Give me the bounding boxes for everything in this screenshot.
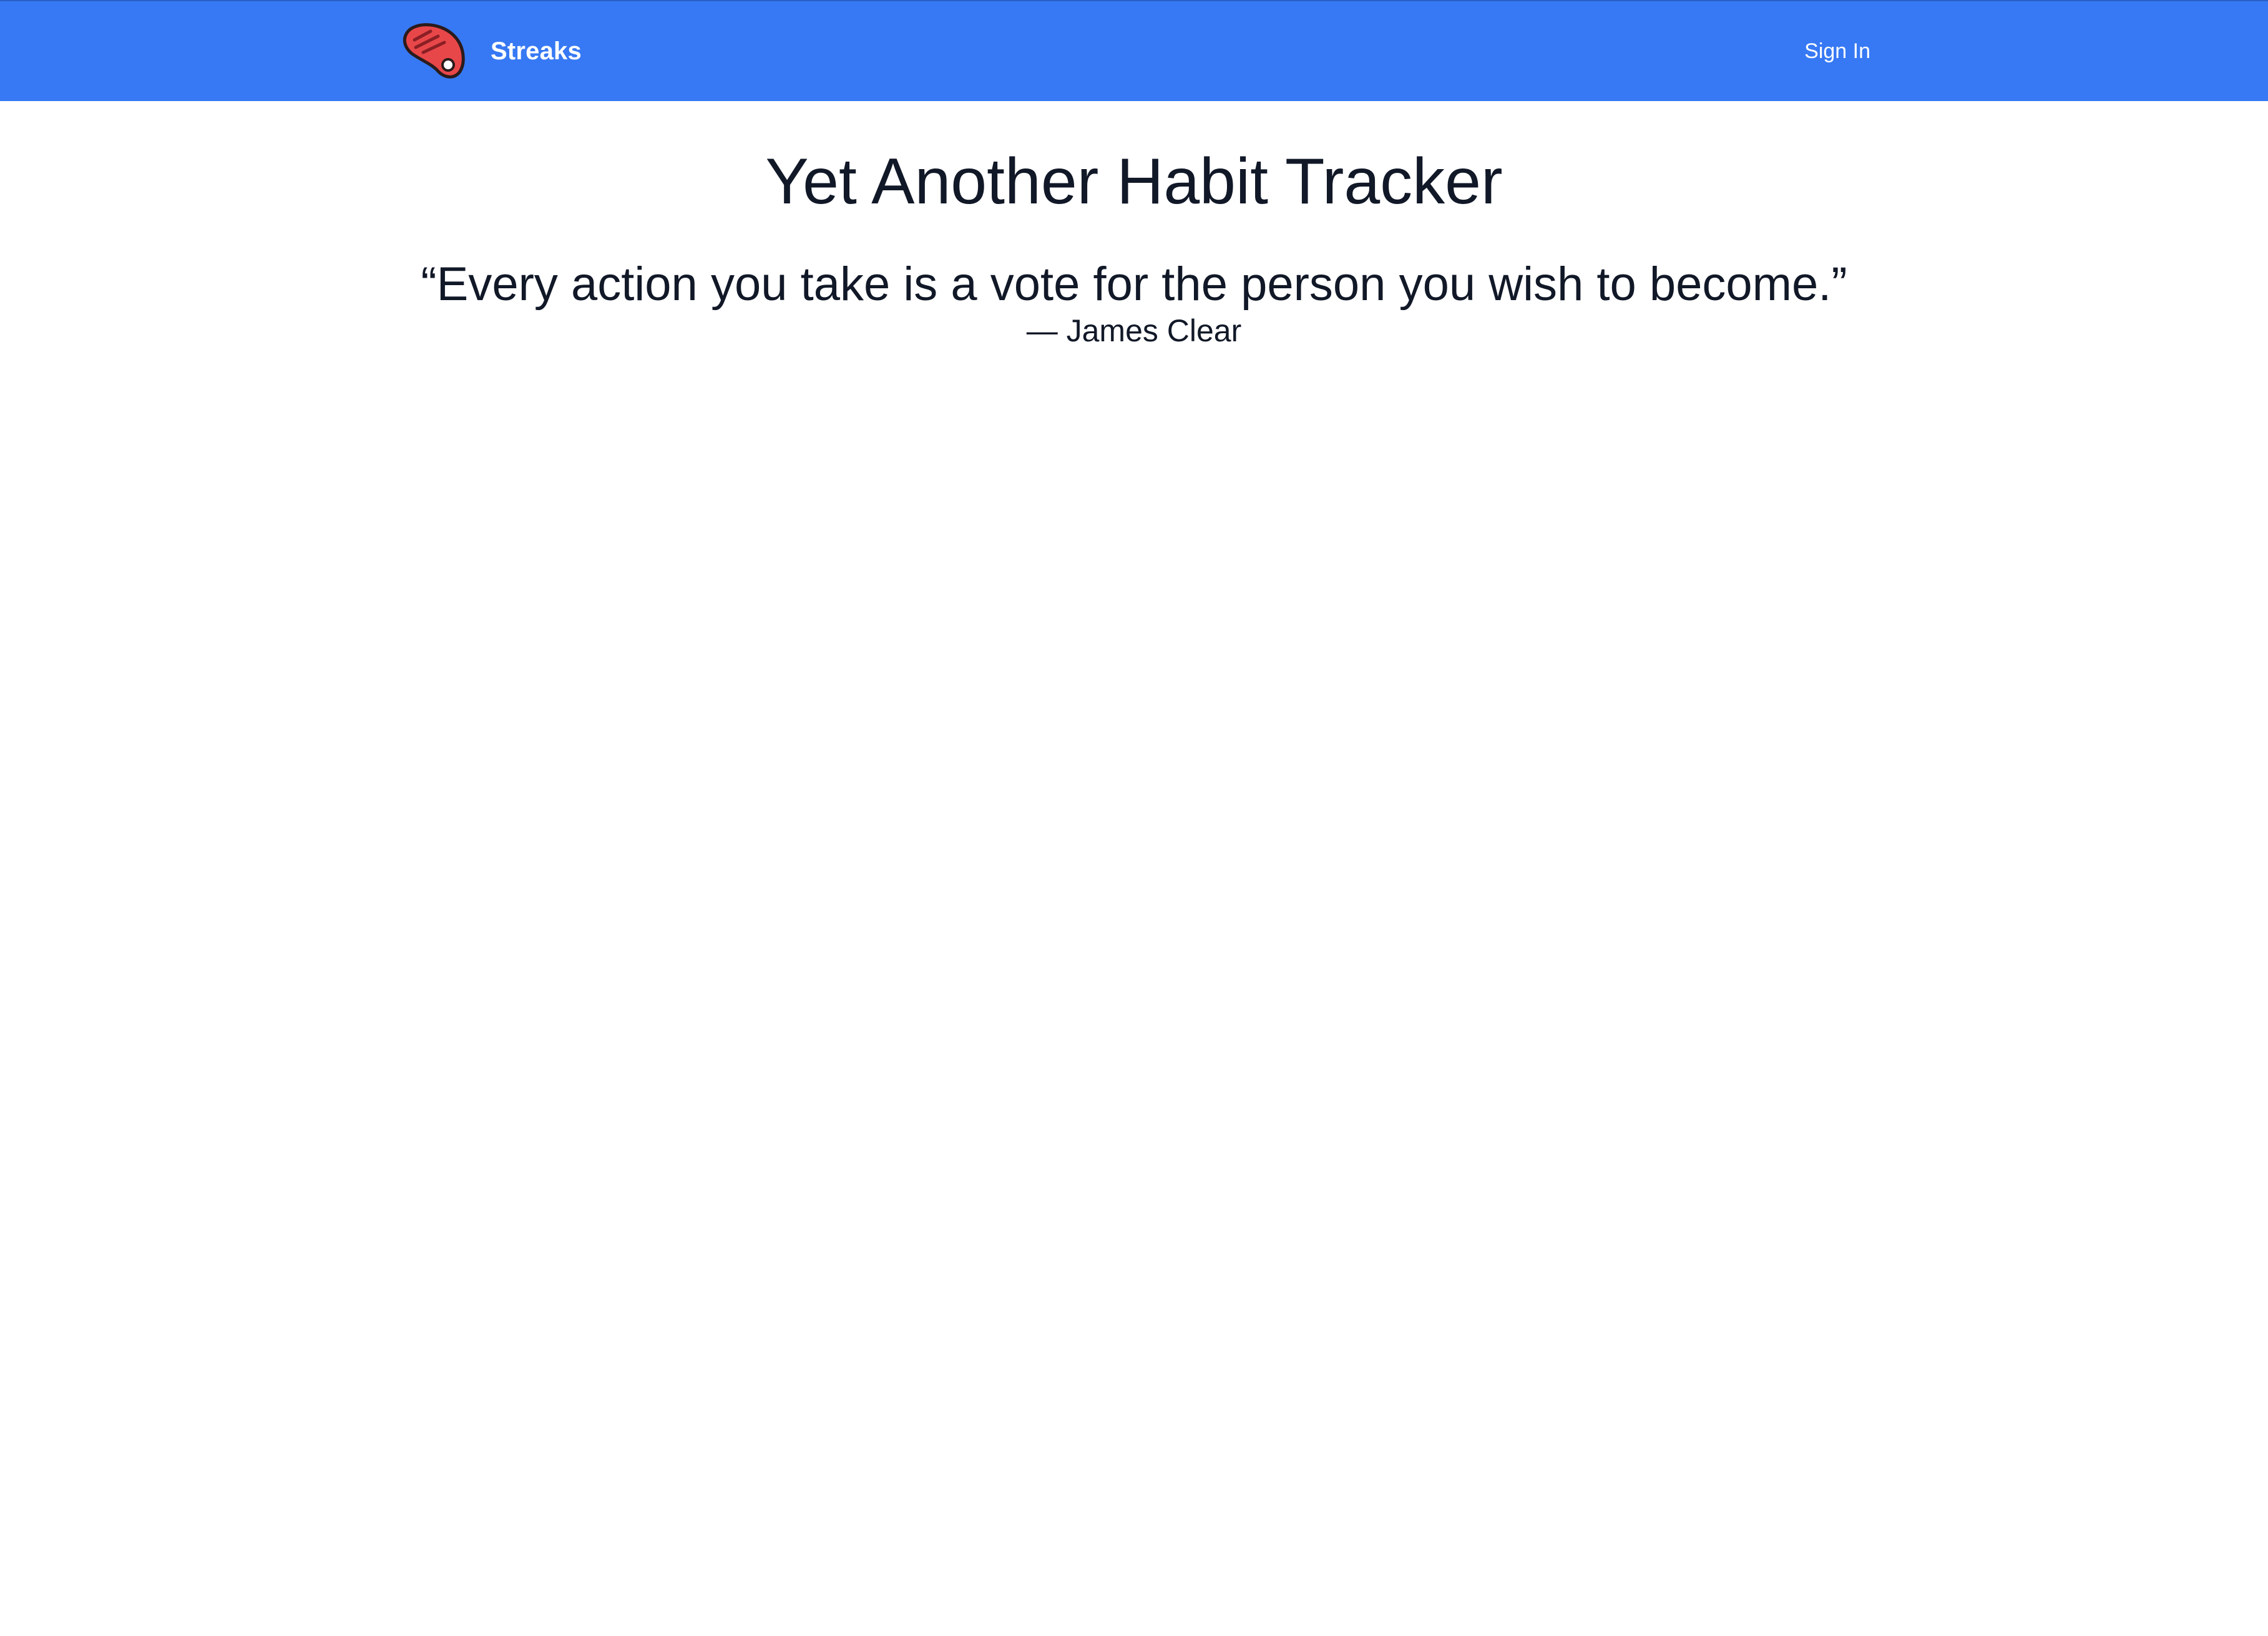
steak-icon	[403, 23, 465, 79]
sign-in-link[interactable]: Sign In	[1804, 37, 1870, 65]
page-title: Yet Another Habit Tracker	[765, 145, 1503, 218]
top-navbar: Streaks Sign In	[0, 0, 2268, 101]
brand-home-link[interactable]: Streaks	[399, 20, 582, 82]
brand-name: Streaks	[491, 37, 582, 65]
quote-attribution: — James Clear	[1026, 313, 1242, 348]
quote-text: “Every action you take is a vote for the…	[421, 258, 1847, 311]
